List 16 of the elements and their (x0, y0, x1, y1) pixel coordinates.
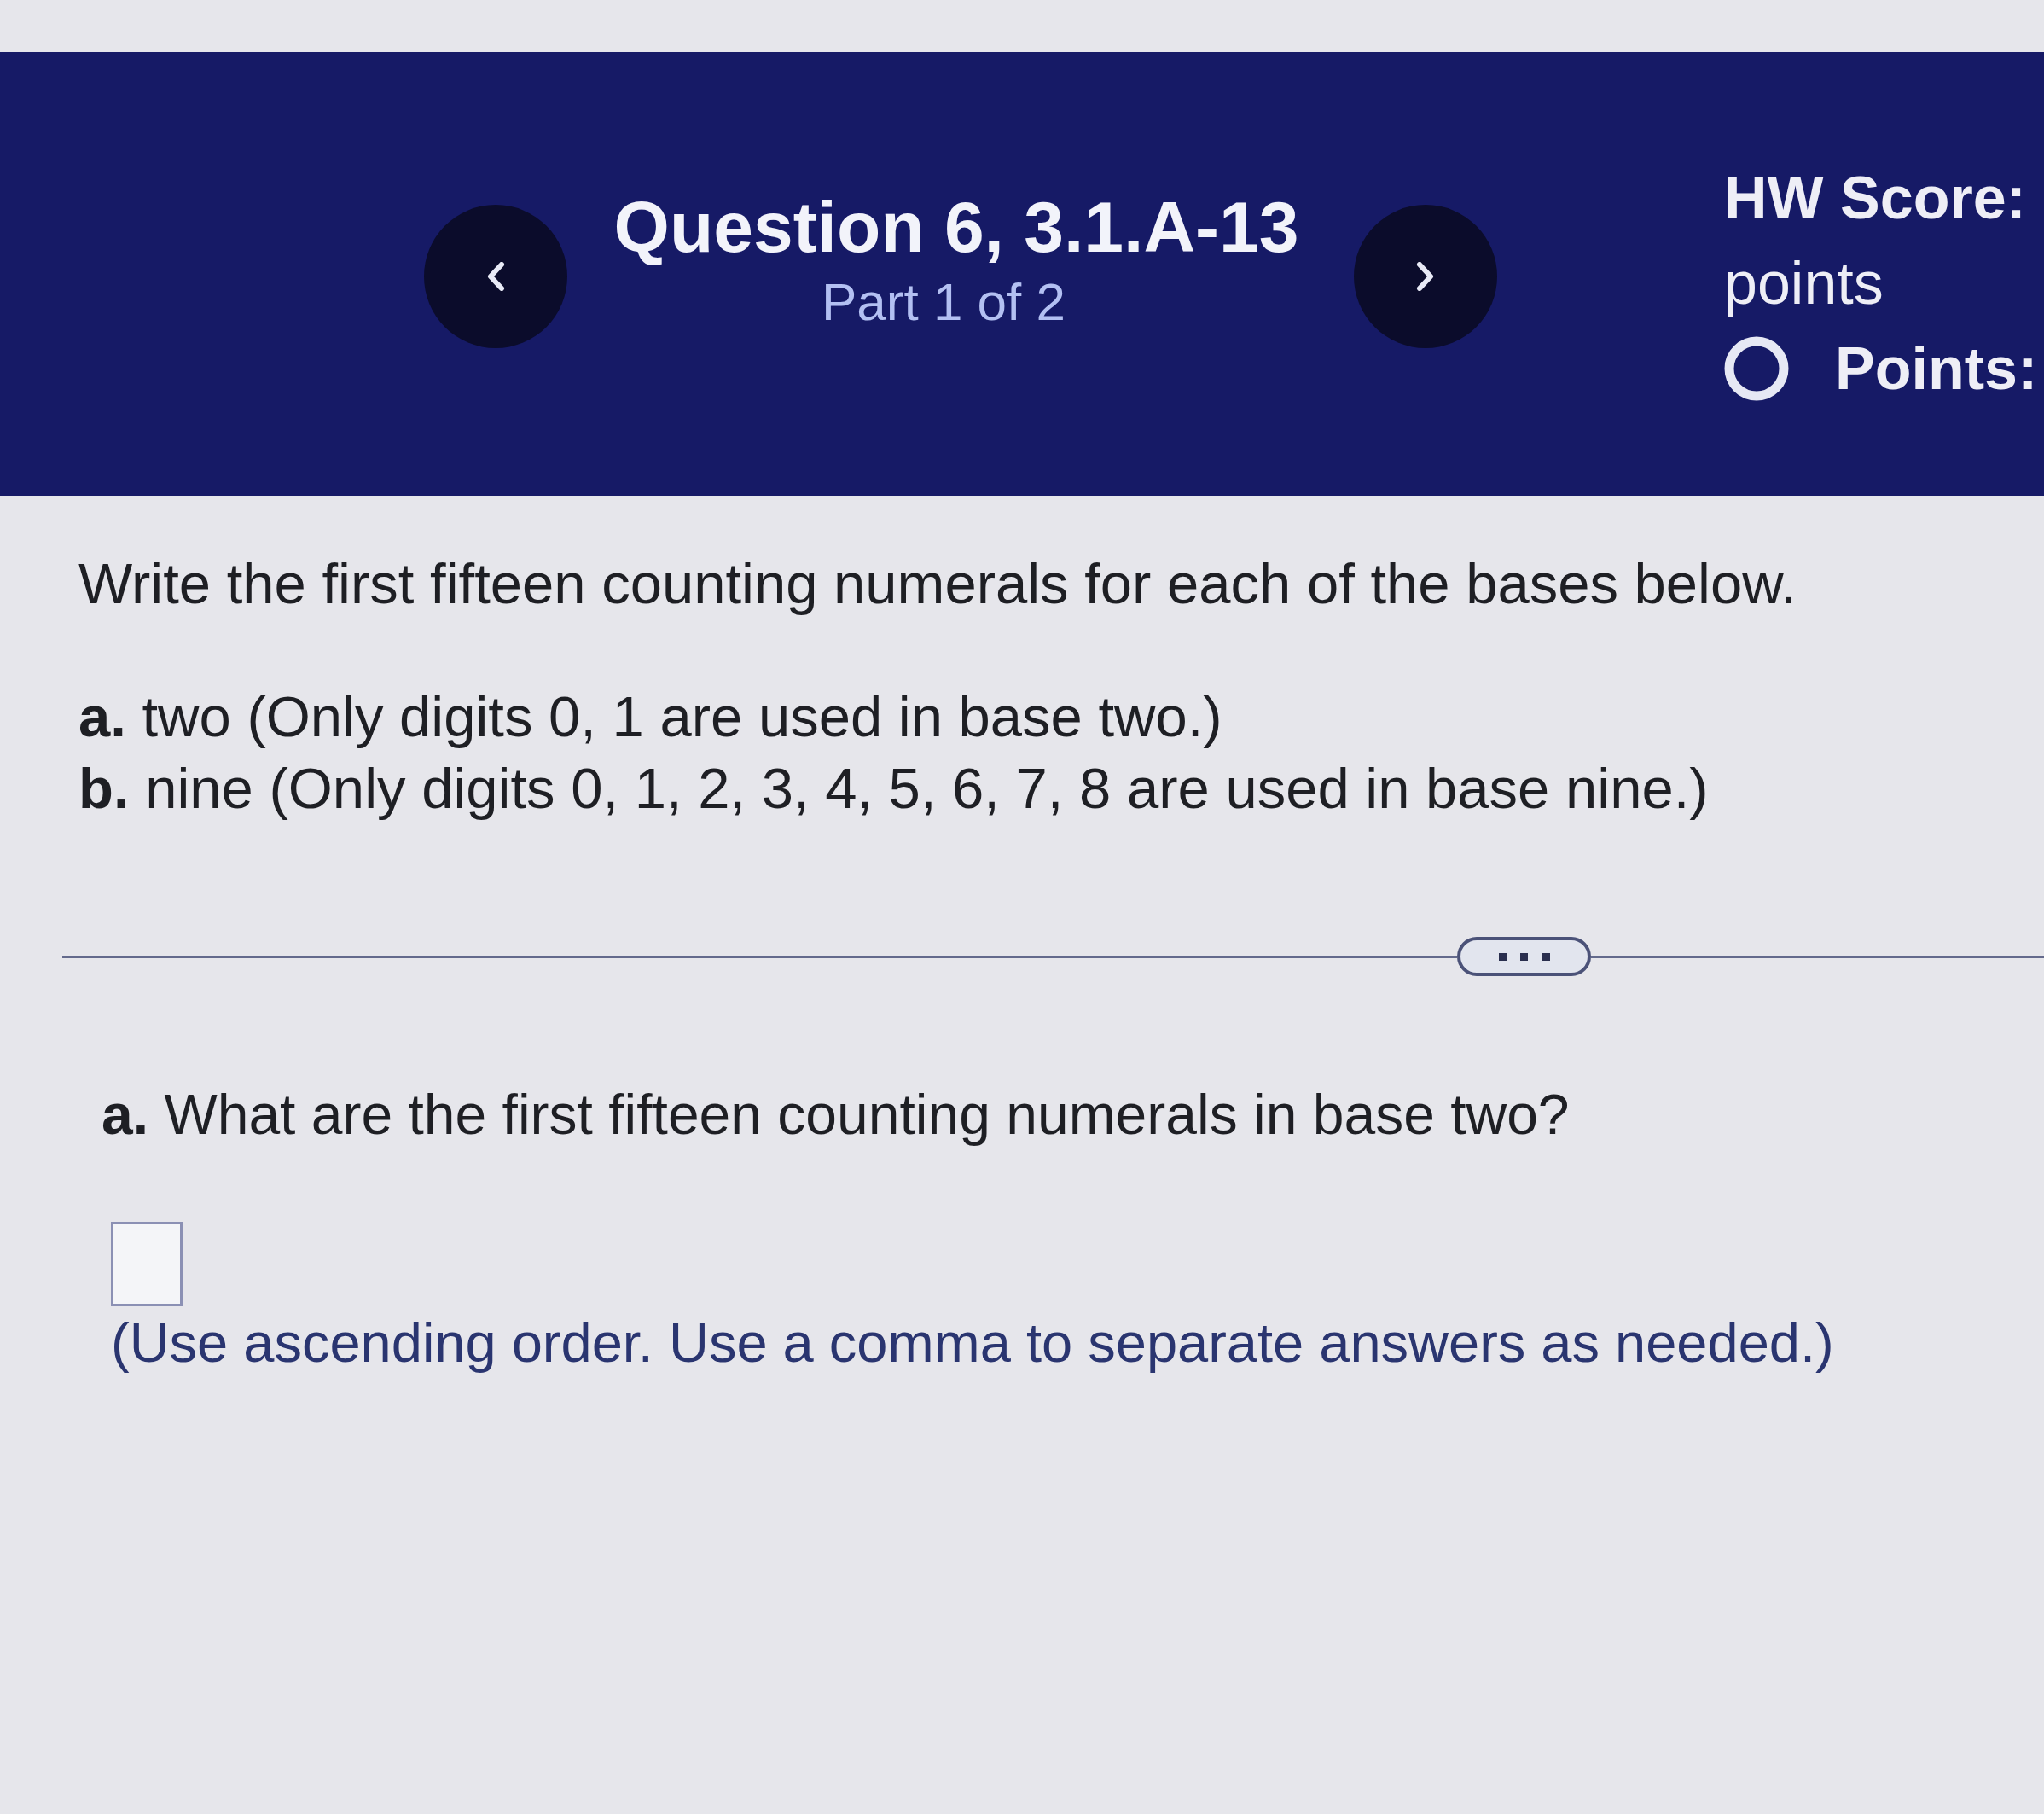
question-prompt: a. What are the first fifteen counting numerals in base two? (102, 1082, 1570, 1148)
expand-button[interactable] (1457, 937, 1591, 976)
question-part-text: a. two (Only digits 0, 1 are used in base two.) (78, 683, 1223, 750)
ring-icon (1724, 336, 1789, 401)
instruction-text: Write the first fifteen counting numerals for each of the bases below. (78, 550, 1797, 617)
chevron-right-icon (1416, 262, 1435, 291)
answer-field[interactable] (111, 1222, 183, 1306)
question-title: Question 6, 3.1.A-13 (613, 186, 1299, 269)
question-part-text: b. nine (Only digits 0, 1, 2, 3, 4, 5, 6, 7, 8 are used in base nine.) (78, 755, 1709, 822)
points-label: Points: (1835, 334, 2038, 404)
score-unit-text: points (1724, 249, 1884, 318)
chevron-left-icon (486, 262, 505, 291)
part-indicator: Part 1 of 2 (821, 271, 1066, 333)
ellipsis-icon (1498, 952, 1550, 961)
hw-score-label: HW Score: (1724, 164, 2027, 233)
hint-text: (Use ascending order. Use a comma to separate answers as needed.) (111, 1311, 1834, 1375)
